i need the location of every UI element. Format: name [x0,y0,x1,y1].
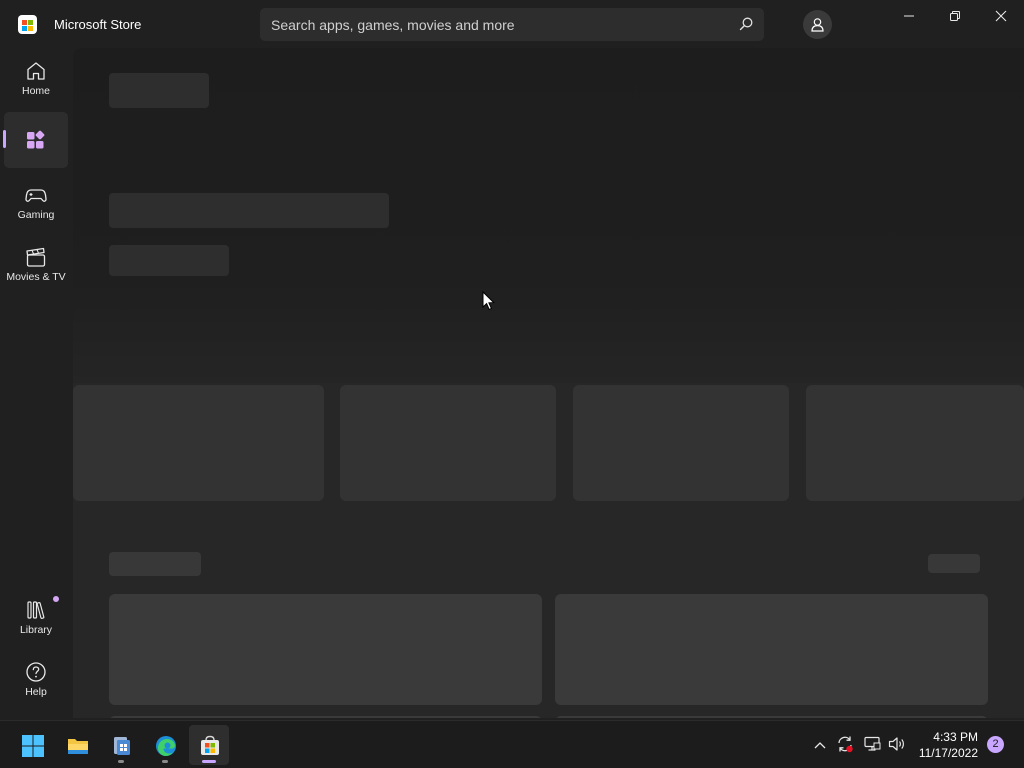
clock[interactable]: 4:33 PM 11/17/2022 [914,729,978,761]
skeleton-card [806,385,1024,501]
clock-time: 4:33 PM [933,730,978,744]
content-area [73,48,1024,718]
nav-gaming-label: Gaming [17,209,55,221]
running-indicator [162,760,168,763]
nav-help-label: Help [25,686,47,698]
nav-home-label: Home [21,85,50,97]
help-icon [26,662,46,682]
app-title: Microsoft Store [54,17,142,32]
restore-button[interactable] [932,0,978,32]
skeleton-card [555,716,988,718]
close-icon [995,10,1007,22]
restore-icon [950,11,960,21]
chevron-up-icon[interactable] [813,739,827,751]
skeleton-button [109,245,229,276]
start-button[interactable] [12,725,52,765]
mouse-cursor-icon [482,291,495,311]
active-app-indicator [202,760,216,763]
edge-icon [156,736,176,756]
minimize-icon [904,15,914,17]
gamepad-icon [25,189,47,202]
search-box[interactable]: Search apps, games, movies and more [260,8,764,41]
network-icon[interactable] [863,736,881,752]
notification-badge[interactable]: 2 [987,736,1004,753]
account-button[interactable] [803,10,832,39]
windows-start-icon [22,735,44,757]
nav-apps[interactable] [3,112,68,168]
installer-button[interactable] [101,725,141,765]
file-explorer-button[interactable] [57,725,97,765]
skeleton-card [109,594,542,705]
running-indicator [118,760,124,763]
skeleton-card [555,594,988,705]
library-icon [27,601,45,619]
nav-gaming[interactable]: Gaming [4,176,68,232]
library-badge [53,596,59,602]
search-icon[interactable] [738,16,754,32]
nav-movies-tv[interactable]: Movies & TV [4,238,68,294]
active-indicator [3,130,6,148]
skeleton-title [109,73,209,108]
skeleton-card [573,385,789,501]
microsoft-store-icon [201,735,219,755]
search-placeholder[interactable]: Search apps, games, movies and more [271,17,515,33]
skeleton-card [109,716,542,718]
clock-date: 11/17/2022 [918,746,978,760]
title-bar: Microsoft Store Search apps, games, movi… [0,0,1024,48]
nav-movies-tv-label: Movies & TV [6,271,66,283]
clapperboard-icon [26,247,46,267]
skeleton-see-all [928,554,980,573]
apps-icon [27,130,45,149]
skeleton-section-title [109,552,201,576]
account-icon [811,18,824,32]
nav-library-label: Library [19,624,53,636]
minimize-button[interactable] [886,0,932,32]
skeleton-heading [109,193,389,228]
skeleton-card [73,385,324,501]
store-logo-icon [18,15,37,34]
home-icon [27,62,45,80]
edge-button[interactable] [145,725,185,765]
windows-installer-icon [114,737,130,755]
microsoft-store-button[interactable] [189,725,229,765]
volume-icon[interactable] [888,736,906,752]
nav-home[interactable]: Home [4,52,68,108]
taskbar: 4:33 PM 11/17/2022 2 [0,720,1024,768]
close-button[interactable] [978,0,1024,32]
skeleton-card [340,385,556,501]
file-explorer-icon [68,739,88,754]
sync-icon[interactable] [836,735,854,753]
nav-help[interactable]: Help [4,653,68,709]
